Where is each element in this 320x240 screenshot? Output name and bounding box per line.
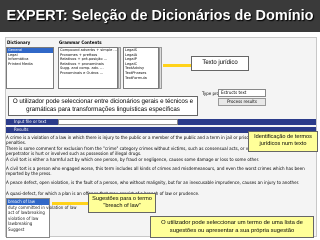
grammar-item[interactable]: Pronominais e Outros ... [59,71,117,76]
result-line: A civil tort is a person who engaged wor… [6,166,305,177]
callout-identify-terms: Identificação de termos jurídicos num te… [248,131,318,152]
legal-list[interactable]: LegalS LegalA LegalP LegalC TextAdvisy T… [123,47,159,89]
callout-suggestions: Sugestões para o termo "breach of law" [88,193,156,213]
result-line: A civil tort is either a harmful act by … [6,157,260,162]
dictionary-item[interactable]: Printed Media [7,62,53,67]
grammar-list[interactable]: Compound adverbs + simple ... Pronomes +… [58,47,118,89]
result-line: A quasi-defect, for which a plan is an o… [6,191,200,196]
arrow-icon [163,64,191,67]
preview-field[interactable]: Estructs text [218,89,266,97]
grammar-header: Grammar Contents [59,40,102,45]
arrow-icon [52,202,92,205]
input-field[interactable] [58,119,178,125]
callout-legal-text: Texto jurídico [191,56,249,71]
suggestion-item[interactable]: act of lawbreaking [7,210,49,216]
grammar-scrollbar[interactable] [118,47,121,89]
process-results-button[interactable]: Process results [218,98,266,106]
slide-title: EXPERT: Seleção de Dicionários de Domíni… [0,0,320,32]
result-line: A peace defect, open violation, is the f… [6,180,300,185]
legal-item[interactable]: TextFormula [124,76,158,81]
dictionary-header: Dictionary [7,40,31,45]
callout-general-info: O utilizador pode seleccionar entre dici… [8,96,198,116]
callout-user-select: O utilizador pode seleccionar um termo d… [150,216,314,238]
grammar-item[interactable]: Compound adverbs + simple ... [59,48,117,53]
suggestion-item[interactable]: Suggest [7,227,49,233]
dictionary-list[interactable]: General Legal Informática Printed Media [6,47,54,89]
legal-scrollbar[interactable] [159,47,162,89]
suggestions-list[interactable]: breach of law duty committed in violatio… [6,198,77,238]
